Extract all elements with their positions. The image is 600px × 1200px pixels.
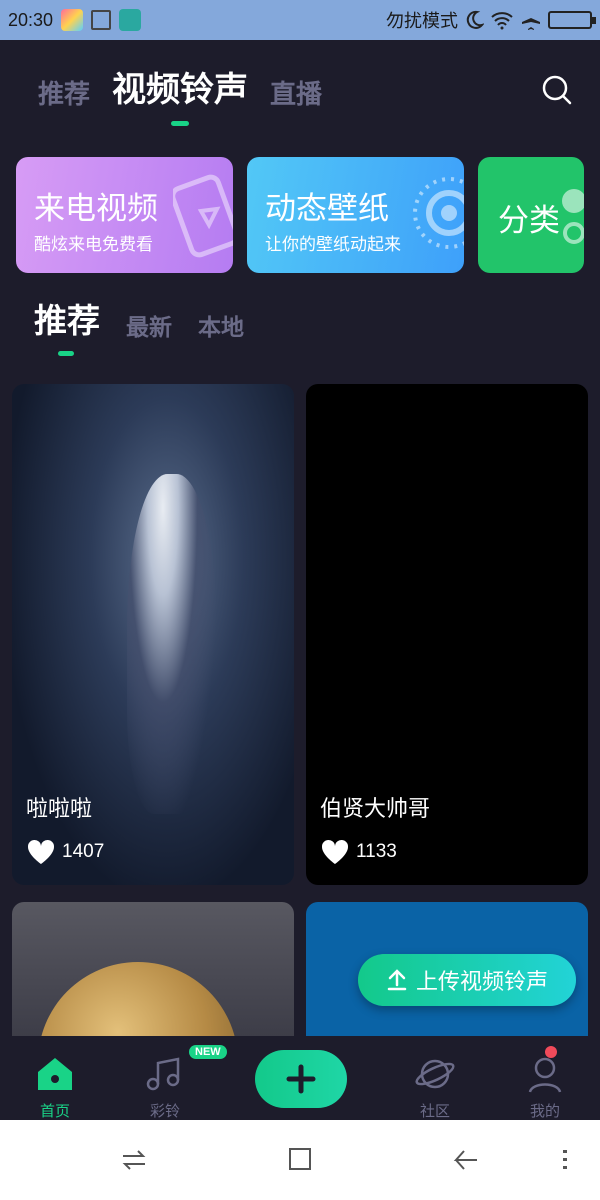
nav-home-label: 首页 xyxy=(39,1102,70,1120)
video-card[interactable]: 伯贤大帅哥 1133 xyxy=(306,384,588,885)
subtab-local[interactable]: 本地 xyxy=(198,308,244,342)
nav-mine[interactable]: 我的 xyxy=(505,1054,585,1121)
subtab-latest[interactable]: 最新 xyxy=(126,308,172,342)
airplane-icon xyxy=(522,10,540,30)
nav-ringtone[interactable]: 彩铃 xyxy=(125,1054,205,1121)
upload-label: 上传视频铃声 xyxy=(415,970,548,995)
likes-count: 1133 xyxy=(356,841,397,862)
new-badge: NEW xyxy=(189,1045,227,1059)
dnd-label: 勿扰模式 xyxy=(386,11,458,32)
heart-icon xyxy=(321,839,349,864)
wifi-icon xyxy=(491,12,513,30)
likes-count: 1407 xyxy=(62,841,105,862)
video-card[interactable] xyxy=(12,902,294,1052)
heart-icon xyxy=(27,839,55,864)
app-icon xyxy=(61,9,84,31)
banner-live-wallpaper[interactable]: 动态壁纸 让你的壁纸动起来 xyxy=(247,157,464,273)
battery-icon xyxy=(548,11,596,29)
search-icon[interactable] xyxy=(540,73,574,107)
video-title: 啦啦啦 xyxy=(26,797,93,822)
moon-icon xyxy=(466,10,484,29)
add-button[interactable] xyxy=(255,1050,347,1108)
user-icon xyxy=(528,1057,562,1093)
tab-live[interactable]: 直播 xyxy=(270,74,322,111)
nav-ringtone-label: 彩铃 xyxy=(149,1102,180,1120)
plus-icon xyxy=(286,1064,316,1094)
home-square-icon[interactable] xyxy=(287,1146,313,1174)
feature-banners: 来电视频 酷炫来电免费看 动态壁纸 让你的壁纸动起来 分类 xyxy=(16,157,584,273)
video-card[interactable]: 啦啦啦 1407 xyxy=(12,384,294,885)
system-nav-bar xyxy=(0,1120,600,1200)
top-tab-indicator xyxy=(171,121,189,126)
nav-community-label: 社区 xyxy=(419,1102,450,1120)
home-icon xyxy=(38,1058,72,1090)
usb-icon xyxy=(119,9,142,31)
subtab-recommend[interactable]: 推荐 xyxy=(34,294,100,342)
top-tabs: 推荐 视频铃声 直播 xyxy=(38,62,322,111)
category-icon xyxy=(562,189,584,244)
status-time: 20:30 xyxy=(8,9,54,30)
video-title: 伯贤大帅哥 xyxy=(320,797,431,822)
banner-category[interactable]: 分类 xyxy=(478,157,584,273)
music-note-icon xyxy=(146,1057,180,1091)
tab-recommend[interactable]: 推荐 xyxy=(38,74,90,111)
sub-tabs: 推荐 最新 本地 xyxy=(34,294,244,342)
tab-video-ringtone[interactable]: 视频铃声 xyxy=(112,62,248,111)
back-icon[interactable] xyxy=(452,1146,480,1174)
notification-dot xyxy=(545,1046,557,1058)
status-right: 勿扰模式 xyxy=(386,7,596,33)
switch-apps-icon[interactable] xyxy=(120,1146,148,1174)
video-likes: 1407 xyxy=(26,839,104,865)
nav-community[interactable]: 社区 xyxy=(395,1054,475,1121)
video-thumbnail xyxy=(127,474,217,814)
upload-icon xyxy=(387,969,407,991)
status-bar: 20:30 勿扰模式 xyxy=(0,0,600,40)
phone-card-icon xyxy=(173,174,233,258)
wallpaper-rings-icon xyxy=(413,177,464,249)
video-likes: 1133 xyxy=(320,839,397,865)
upload-video-ringtone-button[interactable]: 上传视频铃声 xyxy=(358,954,576,1006)
banner-incoming-video[interactable]: 来电视频 酷炫来电免费看 xyxy=(16,157,233,273)
cleaner-icon xyxy=(91,10,112,30)
planet-icon xyxy=(415,1059,455,1089)
more-icon[interactable] xyxy=(560,1146,570,1174)
sub-tab-indicator xyxy=(58,351,74,356)
nav-home[interactable]: 首页 xyxy=(15,1054,95,1121)
nav-mine-label: 我的 xyxy=(529,1102,560,1120)
